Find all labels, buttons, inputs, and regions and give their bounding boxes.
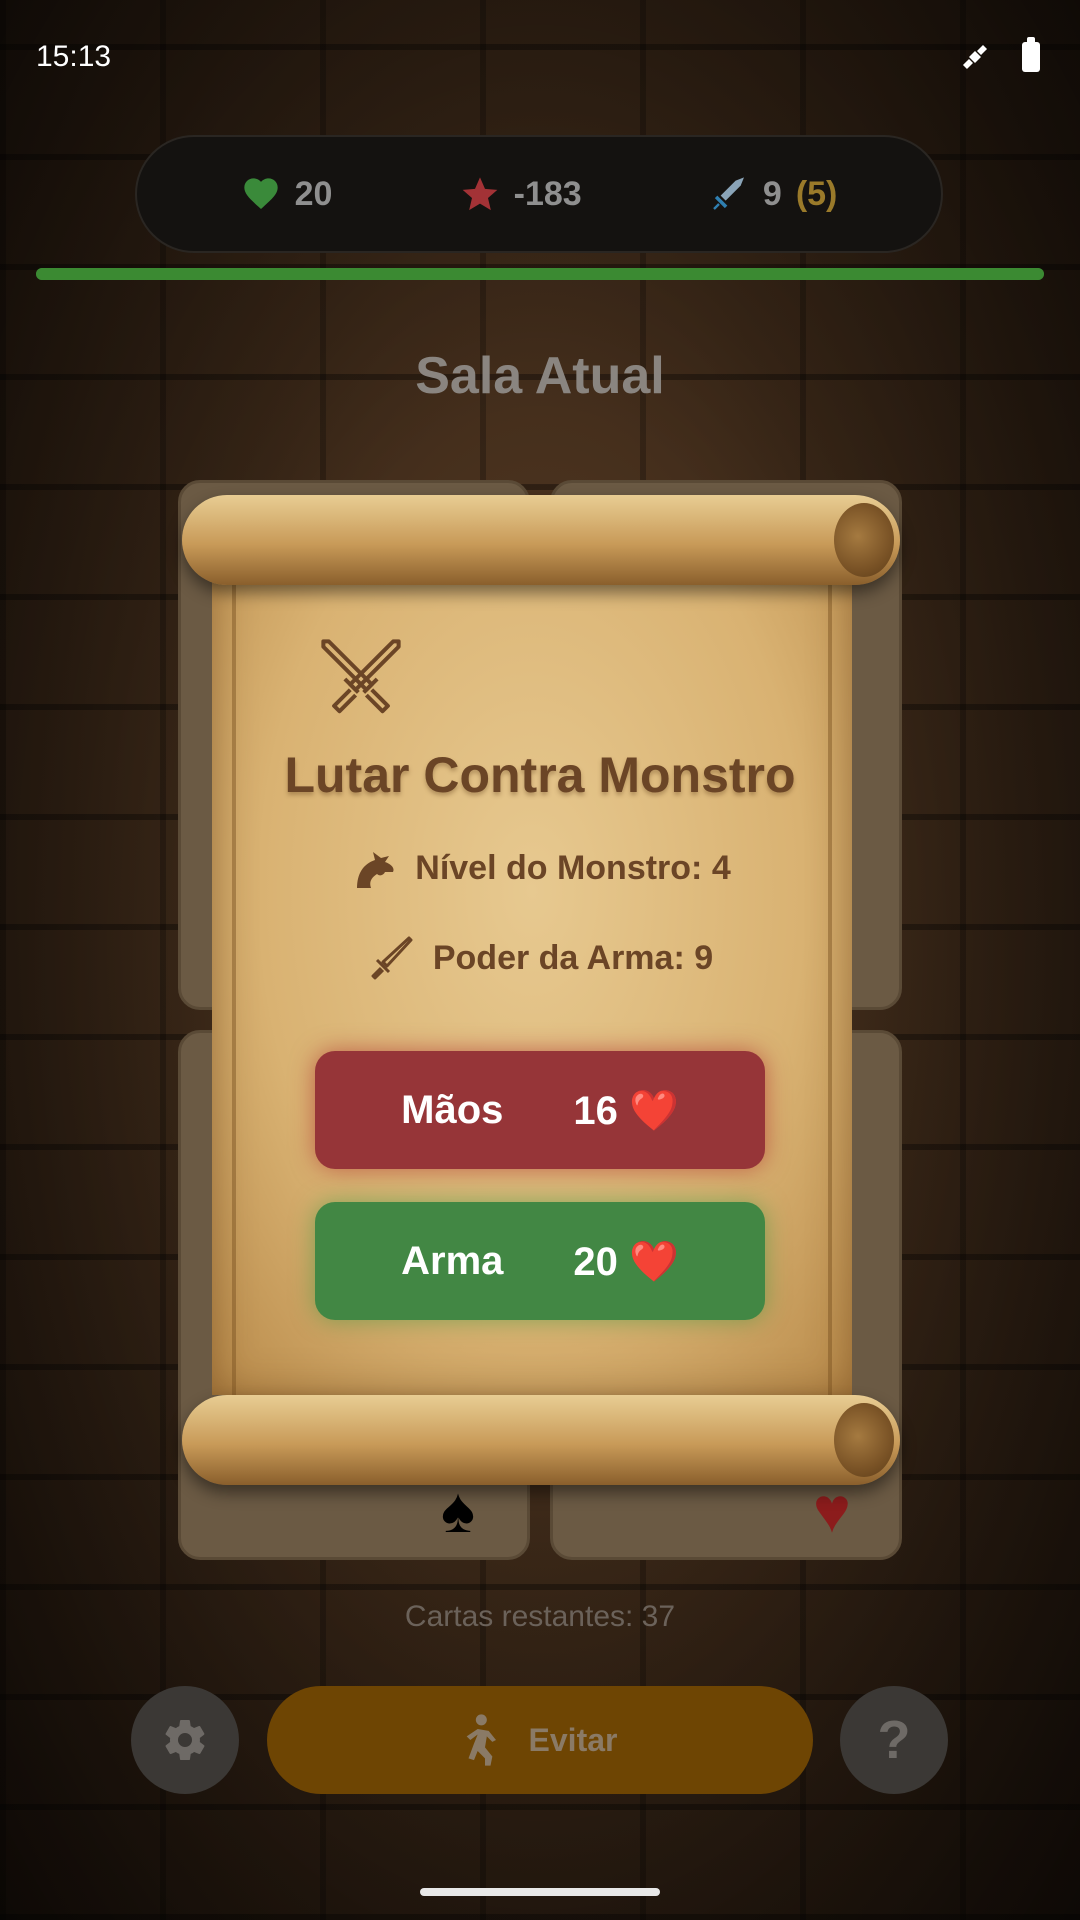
weapon-button-result: 20 ❤️: [573, 1238, 678, 1285]
heart-icon: [243, 178, 278, 209]
hands-result-value: 16: [573, 1088, 618, 1133]
dagger-icon: [713, 177, 744, 210]
weapon-power-row: Poder da Arma: 9: [180, 934, 900, 982]
hands-button-result: 16 ❤️: [573, 1087, 678, 1134]
gear-icon: [165, 1720, 205, 1761]
status-icons: [958, 37, 1040, 74]
status-time: 15:13: [36, 40, 112, 73]
fight-dialog-scroll: [182, 495, 900, 1485]
stats-panel: 20 -183 9 (5): [135, 135, 943, 253]
monster-level-row: Nível do Monstro: 4: [180, 844, 900, 892]
avoid-button-label: Evitar: [528, 1721, 618, 1758]
health-bar: [36, 268, 1044, 280]
weapon-durability: (5): [795, 174, 838, 213]
scroll-roll-top: [182, 495, 900, 585]
weapon-result-value: 20: [573, 1239, 618, 1284]
bottom-action-bar: Evitar ?: [0, 1686, 1080, 1794]
running-figure-icon: [466, 1714, 496, 1766]
weapon-power-text: Poder da Arma: 9: [432, 938, 714, 977]
crossed-swords-icon: [321, 639, 401, 714]
status-bar: 15:13: [0, 0, 1080, 110]
monster-level-text: Nível do Monstro: 4: [415, 848, 731, 887]
weapon-button-label: Arma: [401, 1238, 504, 1283]
health-value: 20: [294, 174, 333, 213]
dragon-icon: [357, 852, 394, 888]
battery-icon: [1022, 37, 1040, 72]
health-bar-fill: [36, 268, 1044, 280]
sword-icon: [371, 936, 413, 980]
fight-with-hands-button[interactable]: Mãos 16 ❤️: [315, 1051, 765, 1169]
fight-with-weapon-button[interactable]: Arma 20 ❤️: [315, 1202, 765, 1320]
satellite-icon: [962, 44, 988, 70]
scroll-roll-bottom: [182, 1395, 900, 1485]
settings-button[interactable]: [131, 1686, 239, 1794]
question-mark-icon: ?: [877, 1710, 911, 1770]
score-stat: -183: [460, 174, 582, 214]
avoid-button[interactable]: Evitar: [267, 1686, 813, 1794]
weapon-power-value: 9: [762, 174, 782, 213]
weapon-stat: 9 (5): [709, 174, 837, 214]
hands-button-label: Mãos: [401, 1087, 504, 1132]
home-indicator[interactable]: [420, 1888, 660, 1896]
heart-icon: ❤️: [629, 1088, 679, 1133]
dialog-title: Lutar Contra Monstro: [284, 747, 796, 803]
star-icon: [462, 177, 497, 211]
cards-remaining-text: Cartas restantes: 37: [404, 1600, 676, 1633]
heart-icon: ❤️: [629, 1239, 679, 1284]
help-button[interactable]: ?: [840, 1686, 948, 1794]
health-stat: 20: [241, 174, 333, 214]
score-value: -183: [513, 174, 582, 213]
room-title: Sala Atual: [415, 347, 665, 405]
